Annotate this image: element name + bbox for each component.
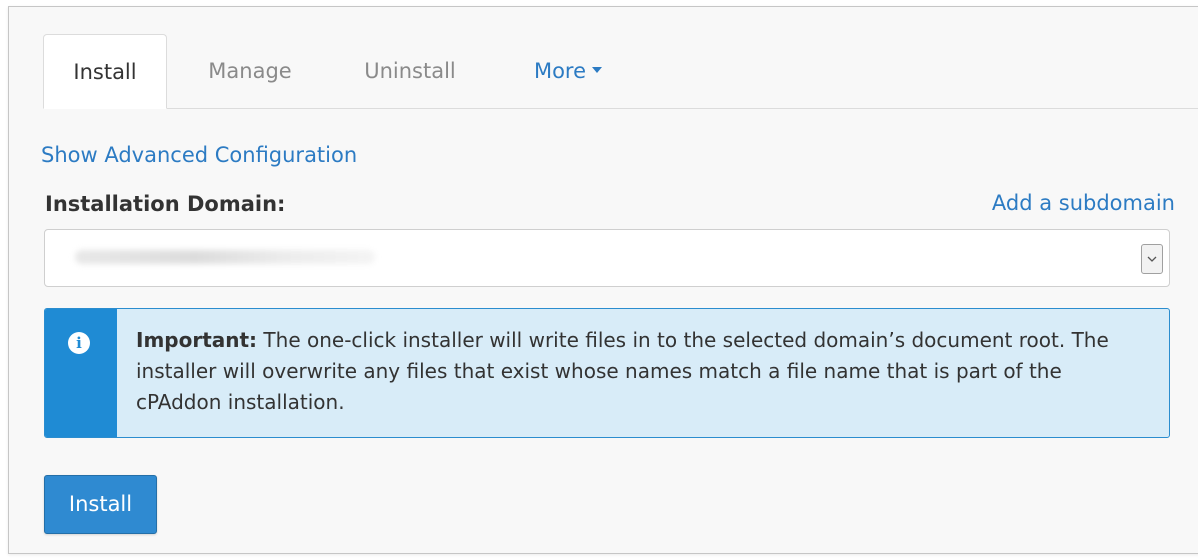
tab-uninstall-label: Uninstall	[364, 59, 456, 83]
alert-body-text: The one-click installer will write files…	[136, 328, 1109, 414]
alert-strong-label: Important:	[136, 328, 258, 352]
caret-down-icon	[592, 67, 603, 73]
alert-icon-strip: i	[45, 309, 117, 437]
tab-uninstall[interactable]: Uninstall	[345, 34, 475, 108]
important-alert: i Important: The one-click installer wil…	[44, 308, 1170, 438]
install-panel: Install Manage Uninstall More Show Advan…	[8, 6, 1198, 554]
tab-manage-label: Manage	[208, 59, 292, 83]
info-icon: i	[68, 332, 90, 354]
tab-install[interactable]: Install	[43, 34, 167, 109]
add-subdomain-link[interactable]: Add a subdomain	[992, 191, 1175, 215]
tab-manage[interactable]: Manage	[195, 34, 305, 108]
install-button[interactable]: Install	[44, 475, 157, 534]
tab-more-label: More	[533, 59, 587, 83]
show-advanced-configuration-link[interactable]: Show Advanced Configuration	[41, 143, 357, 167]
installation-domain-select[interactable]	[44, 229, 1170, 287]
installation-domain-label: Installation Domain:	[45, 192, 286, 216]
selected-domain-value-blurred	[75, 250, 375, 264]
tab-more-dropdown[interactable]: More	[508, 34, 628, 108]
tab-install-label: Install	[73, 60, 137, 84]
chevron-down-icon[interactable]	[1141, 244, 1163, 274]
alert-message: Important: The one-click installer will …	[136, 325, 1136, 418]
tab-bar: Install Manage Uninstall More	[43, 34, 1198, 109]
